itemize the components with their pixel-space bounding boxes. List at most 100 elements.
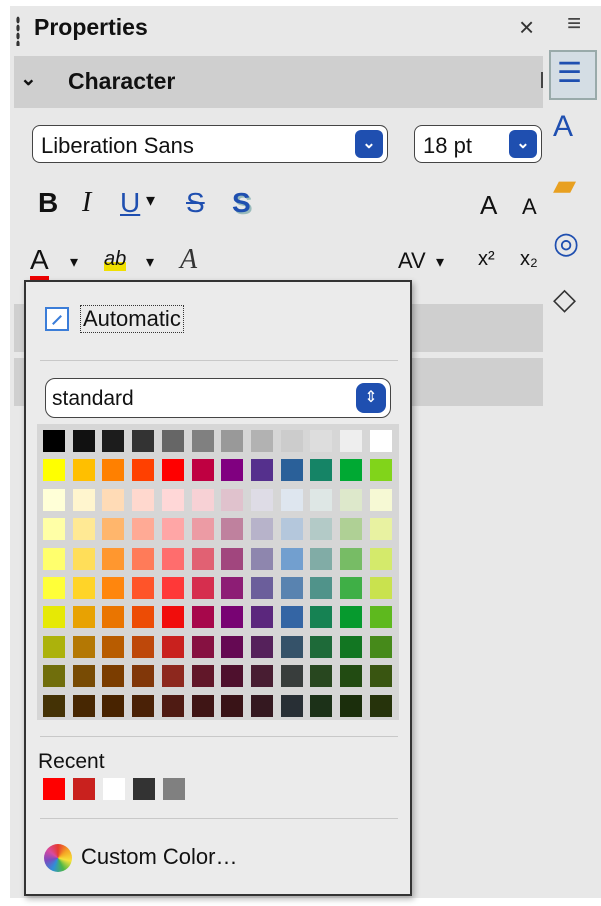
color-swatch[interactable] xyxy=(161,577,184,599)
color-swatch[interactable] xyxy=(43,459,65,482)
color-swatch[interactable] xyxy=(191,665,214,688)
color-swatch[interactable] xyxy=(161,665,184,688)
font-color-button[interactable]: A xyxy=(30,244,49,280)
color-swatch[interactable] xyxy=(191,459,214,482)
color-swatch[interactable] xyxy=(250,694,273,717)
color-swatch[interactable] xyxy=(132,547,155,570)
updown-arrow-icon[interactable]: ⇕ xyxy=(356,383,386,413)
color-swatch[interactable] xyxy=(191,430,214,452)
color-swatch[interactable] xyxy=(72,518,95,541)
color-swatch[interactable] xyxy=(132,430,155,452)
color-swatch[interactable] xyxy=(369,430,392,452)
color-swatch[interactable] xyxy=(43,488,65,511)
color-swatch[interactable] xyxy=(340,694,362,717)
color-swatch[interactable] xyxy=(102,488,125,511)
chevron-down-icon[interactable]: ⌄ xyxy=(509,130,537,158)
color-swatch[interactable] xyxy=(250,547,273,570)
font-color-dropdown[interactable]: ▾ xyxy=(70,252,78,272)
color-swatch[interactable] xyxy=(161,488,184,511)
spacing-dropdown[interactable]: ▾ xyxy=(436,252,444,272)
color-swatch[interactable] xyxy=(161,547,184,570)
color-swatch[interactable] xyxy=(310,665,333,688)
color-swatch[interactable] xyxy=(221,488,244,511)
grip-handle[interactable] xyxy=(16,16,20,46)
color-swatch[interactable] xyxy=(221,606,244,629)
underline-dropdown[interactable]: ▾ xyxy=(146,190,155,211)
color-swatch[interactable] xyxy=(310,694,333,717)
color-swatch[interactable] xyxy=(221,459,244,482)
recent-color-swatch[interactable] xyxy=(163,778,185,800)
color-swatch[interactable] xyxy=(132,459,155,482)
color-swatch[interactable] xyxy=(102,665,125,688)
color-swatch[interactable] xyxy=(72,606,95,629)
shadow-button[interactable]: S xyxy=(232,187,251,219)
color-swatch[interactable] xyxy=(72,577,95,599)
color-swatch[interactable] xyxy=(191,606,214,629)
color-swatch[interactable] xyxy=(340,577,362,599)
shapes-icon[interactable]: ◇ xyxy=(553,282,576,317)
clear-formatting-button[interactable]: A xyxy=(180,244,197,276)
color-swatch[interactable] xyxy=(132,665,155,688)
color-swatch[interactable] xyxy=(369,665,392,688)
color-swatch[interactable] xyxy=(221,547,244,570)
color-swatch[interactable] xyxy=(102,577,125,599)
color-swatch[interactable] xyxy=(250,518,273,541)
color-swatch[interactable] xyxy=(280,430,303,452)
color-swatch[interactable] xyxy=(250,606,273,629)
color-swatch[interactable] xyxy=(72,430,95,452)
color-swatch[interactable] xyxy=(161,518,184,541)
color-swatch[interactable] xyxy=(132,577,155,599)
color-swatch[interactable] xyxy=(310,488,333,511)
italic-button[interactable]: I xyxy=(82,187,91,219)
custom-color-button[interactable]: Custom Color… xyxy=(81,844,237,870)
strikethrough-button[interactable]: S xyxy=(186,187,205,219)
color-swatch[interactable] xyxy=(250,665,273,688)
color-swatch[interactable] xyxy=(250,577,273,599)
color-swatch[interactable] xyxy=(310,430,333,452)
color-swatch[interactable] xyxy=(310,518,333,541)
color-swatch[interactable] xyxy=(340,665,362,688)
color-swatch[interactable] xyxy=(310,635,333,658)
color-swatch[interactable] xyxy=(369,459,392,482)
color-swatch[interactable] xyxy=(132,694,155,717)
color-swatch[interactable] xyxy=(43,635,65,658)
color-swatch[interactable] xyxy=(191,518,214,541)
color-swatch[interactable] xyxy=(280,488,303,511)
color-swatch[interactable] xyxy=(280,459,303,482)
color-swatch[interactable] xyxy=(43,518,65,541)
color-swatch[interactable] xyxy=(340,518,362,541)
highlight-dropdown[interactable]: ▾ xyxy=(146,252,154,272)
color-swatch[interactable] xyxy=(340,606,362,629)
color-swatch[interactable] xyxy=(72,488,95,511)
subscript-button[interactable]: x₂ xyxy=(520,248,538,271)
color-swatch[interactable] xyxy=(161,430,184,452)
color-swatch[interactable] xyxy=(132,518,155,541)
grow-font-button[interactable]: A xyxy=(480,190,497,221)
color-swatch[interactable] xyxy=(221,665,244,688)
color-swatch[interactable] xyxy=(250,635,273,658)
sidebar-menu-button[interactable]: ≡ xyxy=(567,10,581,38)
color-swatch[interactable] xyxy=(72,459,95,482)
color-swatch[interactable] xyxy=(280,694,303,717)
color-swatch[interactable] xyxy=(191,694,214,717)
color-swatch[interactable] xyxy=(161,694,184,717)
color-swatch[interactable] xyxy=(102,518,125,541)
color-swatch[interactable] xyxy=(369,488,392,511)
color-swatch[interactable] xyxy=(161,606,184,629)
color-swatch[interactable] xyxy=(280,665,303,688)
color-swatch[interactable] xyxy=(161,459,184,482)
color-swatch[interactable] xyxy=(280,635,303,658)
color-swatch[interactable] xyxy=(102,635,125,658)
gallery-icon[interactable]: ▰ xyxy=(553,168,576,203)
color-swatch[interactable] xyxy=(43,606,65,629)
navigator-icon[interactable]: ◎ xyxy=(553,226,579,261)
color-swatch[interactable] xyxy=(280,577,303,599)
color-swatch[interactable] xyxy=(369,635,392,658)
chevron-down-icon[interactable]: ⌄ xyxy=(20,66,37,91)
color-swatch[interactable] xyxy=(340,459,362,482)
color-swatch[interactable] xyxy=(191,488,214,511)
color-swatch[interactable] xyxy=(43,547,65,570)
color-swatch[interactable] xyxy=(310,459,333,482)
font-name-combo[interactable]: Liberation Sans ⌄ xyxy=(32,125,388,163)
palette-select[interactable]: standard ⇕ xyxy=(45,378,391,418)
